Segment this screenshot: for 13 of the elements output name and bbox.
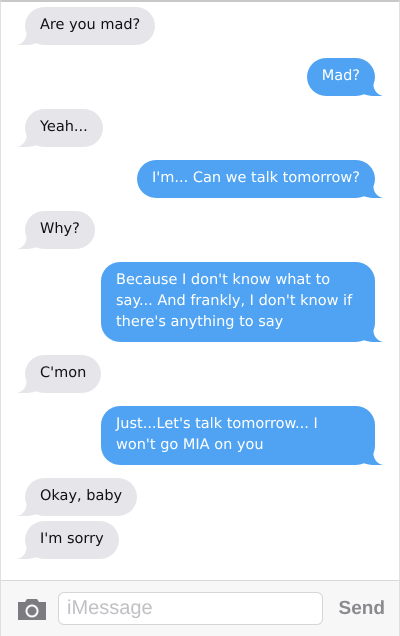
camera-icon[interactable]: [16, 596, 48, 620]
message-bubble: Just...Let's talk tomorrow... I won't go MIA on you: [101, 406, 383, 465]
message-bubble: Why?: [17, 211, 95, 249]
message-bubble: Yeah...: [17, 109, 103, 147]
message-bubble: Because I don't know what to say... And frankly, I don't know if there's anything to say: [101, 262, 383, 342]
message-bubble: Are you mad?: [17, 7, 156, 45]
send-button[interactable]: Send: [332, 598, 385, 620]
message-bubble: C'mon: [17, 355, 102, 393]
message-bubble: Okay, baby: [17, 478, 138, 516]
message-bubble: I'm sorry: [17, 521, 119, 559]
message-bubble: Mad?: [306, 58, 383, 96]
message-bubble: I'm... Can we talk tomorrow?: [137, 160, 383, 198]
message-field[interactable]: iMessage: [58, 592, 323, 625]
